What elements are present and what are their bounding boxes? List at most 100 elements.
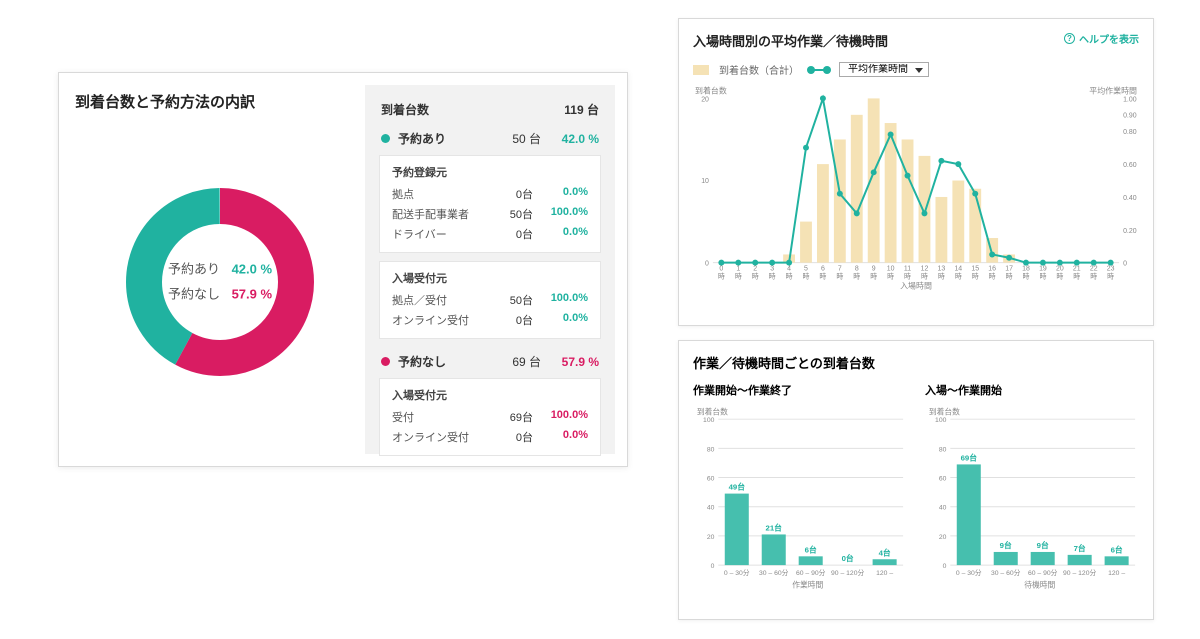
svg-text:時: 時 — [1039, 273, 1046, 281]
row-pct: 100.0% — [533, 409, 588, 425]
svg-text:9台: 9台 — [1037, 540, 1049, 550]
donut-unreserved-pct: 57.9 % — [232, 286, 272, 301]
mini-y-title: 到着台数 — [929, 406, 960, 416]
svg-text:40: 40 — [939, 505, 947, 512]
row-pct: 0.0% — [533, 186, 588, 202]
row-label: 配送手配事業者 — [392, 206, 483, 222]
donut-reserved-pct: 42.0 % — [232, 261, 272, 276]
mini-y-title: 到着台数 — [697, 406, 728, 416]
donut-center-labels: 予約あり 42.0 % 予約なし 57.9 % — [168, 257, 272, 306]
svg-text:9: 9 — [872, 266, 876, 273]
svg-text:7: 7 — [838, 266, 842, 273]
mini-x-title: 作業時間 — [792, 579, 823, 589]
unreserved-label: 予約なし — [398, 353, 485, 370]
svg-text:時: 時 — [836, 273, 843, 281]
reserved-count: 50 台 — [485, 130, 541, 147]
hourly-legend: 到着台数（合計） 平均作業時間 — [693, 62, 1139, 77]
svg-text:0: 0 — [719, 266, 723, 273]
help-link[interactable]: ? ヘルプを表示 — [1064, 31, 1139, 46]
svg-text:時: 時 — [1023, 273, 1030, 281]
unreserved-checkin-block: 入場受付元 受付69台100.0% オンライン受付0台0.0% — [379, 378, 601, 456]
row-count: 50台 — [483, 206, 533, 222]
svg-text:0 – 30分: 0 – 30分 — [956, 568, 982, 577]
histogram-work: 作業開始〜作業終了 到着台数 020406080100 49台21台6台0台4台… — [693, 382, 907, 597]
y-right-title: 平均作業時間 — [1089, 85, 1137, 95]
y-right-tick: 0 — [1123, 261, 1127, 268]
row-label: ドライバー — [392, 226, 483, 242]
svg-text:16: 16 — [988, 266, 996, 273]
svg-text:時: 時 — [1107, 273, 1114, 281]
reserved-source-block: 予約登録元 拠点0台0.0% 配送手配事業者50台100.0% ドライバー0台0… — [379, 155, 601, 253]
help-icon: ? — [1064, 33, 1075, 44]
svg-text:30 – 60分: 30 – 60分 — [759, 568, 789, 577]
unreserved-row: 予約なし 69 台 57.9 % — [379, 347, 601, 376]
svg-text:時: 時 — [819, 273, 826, 281]
total-label: 到着台数 — [381, 101, 485, 118]
svg-text:100: 100 — [703, 417, 715, 424]
svg-text:時: 時 — [752, 273, 759, 281]
svg-text:時: 時 — [853, 273, 860, 281]
y-left-tick: 20 — [701, 96, 709, 103]
legend-bar-label: 到着台数（合計） — [719, 62, 799, 77]
arrivals-breakdown-card: 到着台数と予約方法の内訳 予約あり 42.0 % 予約なし 57.9 % — [58, 72, 628, 467]
svg-text:時: 時 — [972, 273, 979, 281]
reserved-checkin-title: 入場受付元 — [392, 270, 588, 286]
svg-text:時: 時 — [1090, 273, 1097, 281]
unreserved-count: 69 台 — [485, 353, 541, 370]
duration-histograms-card: 作業／待機時間ごとの到着台数 作業開始〜作業終了 到着台数 0204060801… — [678, 340, 1154, 620]
y-right-tick: 0.60 — [1123, 162, 1137, 169]
svg-text:80: 80 — [707, 446, 715, 453]
legend-bar-swatch — [693, 65, 709, 75]
svg-text:60 – 90分: 60 – 90分 — [796, 568, 826, 577]
svg-text:69台: 69台 — [961, 453, 978, 463]
svg-text:時: 時 — [955, 273, 962, 281]
row-pct: 0.0% — [533, 429, 588, 445]
series-select[interactable]: 平均作業時間 — [839, 62, 929, 77]
svg-text:60 – 90分: 60 – 90分 — [1028, 568, 1058, 577]
svg-text:90 – 120分: 90 – 120分 — [1063, 568, 1096, 577]
row-label: オンライン受付 — [392, 429, 483, 445]
y-left-title: 到着台数 — [695, 85, 727, 95]
row-count: 0台 — [483, 429, 533, 445]
svg-text:時: 時 — [989, 273, 996, 281]
x-title: 入場時間 — [900, 281, 932, 291]
reserved-source-title: 予約登録元 — [392, 164, 588, 180]
row-pct: 0.0% — [533, 226, 588, 242]
svg-text:時: 時 — [921, 273, 928, 281]
row-label: 受付 — [392, 409, 483, 425]
svg-text:9台: 9台 — [1000, 540, 1012, 550]
y-left-tick: 0 — [705, 261, 709, 268]
svg-text:80: 80 — [939, 446, 947, 453]
help-text: ヘルプを表示 — [1079, 31, 1139, 46]
y-right-tick: 0.20 — [1123, 228, 1137, 235]
y-right-tick: 0.80 — [1123, 129, 1137, 136]
donut-reserved-key: 予約あり — [168, 261, 220, 276]
reserved-row: 予約あり 50 台 42.0 % — [379, 124, 601, 153]
svg-text:20: 20 — [1056, 266, 1064, 273]
svg-text:時: 時 — [870, 273, 877, 281]
svg-text:20: 20 — [939, 534, 947, 541]
svg-text:4台: 4台 — [879, 547, 891, 557]
reserved-checkin-block: 入場受付元 拠点／受付50台100.0% オンライン受付0台0.0% — [379, 261, 601, 339]
svg-text:5: 5 — [804, 266, 808, 273]
y-left-tick: 10 — [701, 178, 709, 185]
svg-text:1: 1 — [736, 266, 740, 273]
svg-text:時: 時 — [1073, 273, 1080, 281]
svg-text:6台: 6台 — [805, 544, 817, 554]
total-row: 到着台数 119 台 — [379, 95, 601, 124]
svg-text:12: 12 — [921, 266, 929, 273]
unreserved-pct: 57.9 % — [541, 355, 599, 369]
arrivals-title: 到着台数と予約方法の内訳 — [75, 91, 365, 112]
svg-text:0台: 0台 — [842, 553, 854, 563]
hourly-combo-chart: 到着台数 平均作業時間 0 10 20 1.00 0.90 0.80 0.60 … — [693, 83, 1139, 293]
svg-text:18: 18 — [1022, 266, 1030, 273]
y-right-tick: 0.40 — [1123, 195, 1137, 202]
hourly-work-wait-card: 入場時間別の平均作業／待機時間 ? ヘルプを表示 到着台数（合計） 平均作業時間… — [678, 18, 1154, 326]
svg-text:90 – 120分: 90 – 120分 — [831, 568, 864, 577]
series-select-wrap: 平均作業時間 — [839, 62, 929, 77]
row-label: 拠点 — [392, 186, 483, 202]
unreserved-checkin-title: 入場受付元 — [392, 387, 588, 403]
svg-text:0: 0 — [711, 563, 715, 570]
legend-line-icon — [809, 69, 829, 71]
svg-text:時: 時 — [769, 273, 776, 281]
